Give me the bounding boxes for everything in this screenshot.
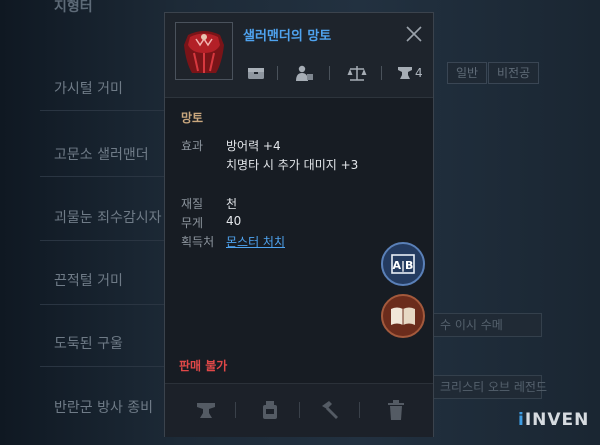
material-value: 천 xyxy=(226,197,238,211)
item-attributes-row: 4 xyxy=(243,63,429,83)
weight-value: 40 xyxy=(226,214,242,228)
trash-icon xyxy=(388,400,404,420)
item-tooltip-popup: 샐러맨더의 망토 4 망토 효과 방어력 +4 치명타 시 추가 대미지 +3 … xyxy=(164,12,434,437)
divider xyxy=(235,402,236,418)
background-list-item[interactable]: 가시털 거미 xyxy=(54,78,123,98)
effect-line: 방어력 +4 xyxy=(226,139,281,153)
background-list-item[interactable]: 끈적털 거미 xyxy=(54,270,123,290)
background-list-item[interactable]: 괴물눈 죄수감시자 xyxy=(54,207,162,227)
cloak-image xyxy=(176,23,232,79)
anvil-button[interactable] xyxy=(195,399,217,421)
material-label: 재질 xyxy=(181,197,204,211)
compare-label: A|B xyxy=(393,259,414,272)
anvil-icon xyxy=(197,403,215,418)
divider xyxy=(40,304,170,305)
compare-ab-icon: A|B xyxy=(391,254,415,274)
background-right-text: 크리스티 오브 레전드 xyxy=(440,380,547,394)
background-list-item[interactable]: 고문소 샐러맨더 xyxy=(54,144,149,164)
effect-label: 효과 xyxy=(181,139,204,153)
effect-line: 치명타 시 추가 대미지 +3 xyxy=(226,158,359,172)
anvil-icon xyxy=(398,67,412,79)
divider xyxy=(277,66,278,80)
divider xyxy=(40,110,170,111)
hammer-button[interactable] xyxy=(319,399,341,421)
inven-watermark: ⅰINVEN xyxy=(518,410,589,430)
item-name: 샐러맨더의 망토 xyxy=(243,29,332,44)
compare-button[interactable]: A|B xyxy=(381,242,425,286)
close-button[interactable] xyxy=(403,23,425,45)
action-bar xyxy=(165,383,433,437)
anvil-count: 4 xyxy=(397,63,423,83)
hammer-icon xyxy=(322,401,338,419)
background-title: 지형터 xyxy=(54,0,93,15)
divider xyxy=(40,240,170,241)
jar-icon xyxy=(263,401,277,419)
divider xyxy=(299,402,300,418)
close-icon xyxy=(406,26,422,42)
filter-chip-nonmajor[interactable]: 비전공 xyxy=(488,62,540,84)
divider xyxy=(359,402,360,418)
item-thumbnail xyxy=(175,22,233,80)
popup-header: 샐러맨더의 망토 4 xyxy=(165,13,433,97)
storage-box-icon xyxy=(247,63,265,83)
source-link[interactable]: 몬스터 처치 xyxy=(226,235,285,249)
filter-chip-normal[interactable]: 일반 xyxy=(447,62,488,84)
divider xyxy=(381,66,382,80)
background-right-text: 수 이시 수메 xyxy=(440,318,503,332)
background-list-item[interactable]: 도둑된 구울 xyxy=(54,333,123,353)
watermark-text: INVEN xyxy=(524,410,590,430)
background-list-item[interactable]: 반란군 방사 종비 xyxy=(54,397,153,417)
divider xyxy=(165,97,433,98)
source-value: 몬스터 처치 xyxy=(226,233,285,250)
weight-label: 무게 xyxy=(181,216,204,230)
item-category: 망토 xyxy=(181,111,204,125)
potion-button[interactable] xyxy=(259,399,281,421)
watermark-dot: ⅰ xyxy=(518,410,525,430)
encyclopedia-button[interactable] xyxy=(381,294,425,338)
divider xyxy=(329,66,330,80)
divider xyxy=(40,366,170,367)
source-label: 획득처 xyxy=(181,235,215,249)
bind-character-icon xyxy=(295,63,315,83)
book-icon xyxy=(391,307,415,325)
discard-button[interactable] xyxy=(385,399,407,421)
scale-icon xyxy=(347,63,367,83)
anvil-count-value: 4 xyxy=(415,66,423,80)
divider xyxy=(40,176,170,177)
not-for-sale-text: 판매 불가 xyxy=(179,359,228,373)
